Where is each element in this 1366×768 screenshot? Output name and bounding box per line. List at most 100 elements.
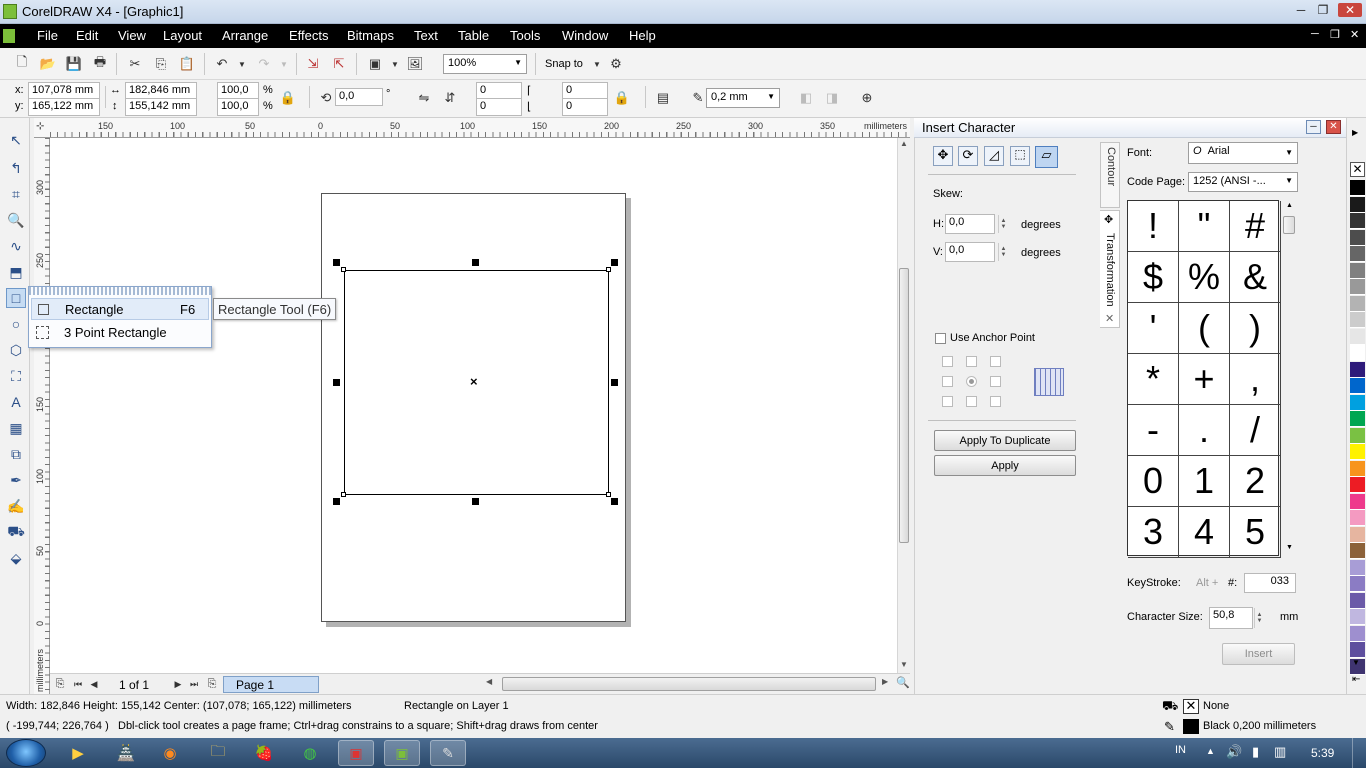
- scroll-left-icon[interactable]: ◀: [486, 677, 492, 686]
- redo-dropdown-icon[interactable]: ▼: [276, 56, 292, 72]
- anchor-checkbox[interactable]: [990, 376, 1001, 387]
- rotation-field[interactable]: 0,0: [335, 88, 383, 106]
- color-swatch[interactable]: [1350, 609, 1365, 625]
- anchor-checkbox[interactable]: [942, 376, 953, 387]
- menu-view[interactable]: View: [118, 28, 146, 43]
- round-corners-together-icon[interactable]: 🔒: [614, 90, 630, 106]
- flyout-grip[interactable]: [29, 287, 211, 295]
- rotate-icon[interactable]: ⟳: [958, 146, 978, 166]
- character-size-spinner[interactable]: ▲ ▼: [1254, 608, 1264, 628]
- apply-to-duplicate-button[interactable]: Apply To Duplicate: [934, 430, 1076, 451]
- insert-page-before-icon[interactable]: ⎘: [52, 676, 68, 692]
- color-swatch[interactable]: [1350, 246, 1365, 262]
- anchor-checkbox[interactable]: [966, 396, 977, 407]
- wrap-text-icon[interactable]: ▤: [655, 90, 671, 106]
- anchor-checkbox[interactable]: [990, 396, 1001, 407]
- doc-restore-button[interactable]: ❐: [1330, 28, 1340, 41]
- color-swatch[interactable]: [1350, 295, 1365, 312]
- browser-task-icon[interactable]: ◍: [292, 740, 328, 766]
- strawberry-task-icon[interactable]: 🍓: [246, 740, 282, 766]
- presentation-task-icon[interactable]: ▣: [338, 740, 374, 766]
- size-icon[interactable]: ⬚: [1010, 146, 1030, 166]
- drawing-canvas[interactable]: ×: [50, 138, 897, 673]
- char-cell[interactable]: 2: [1230, 456, 1281, 507]
- horizontal-ruler[interactable]: ⊹ 150 100 50 0 50 100 150 200 250 300 35…: [34, 118, 910, 138]
- color-swatch[interactable]: [1350, 576, 1365, 592]
- selection-handle[interactable]: [333, 259, 340, 266]
- char-cell[interactable]: #: [1230, 201, 1281, 252]
- coreldraw-app-icon[interactable]: [3, 4, 17, 19]
- char-cell[interactable]: .: [1179, 405, 1230, 456]
- media-player-task-icon[interactable]: ▶: [60, 740, 96, 766]
- menu-file[interactable]: File: [37, 28, 58, 43]
- skew-icon[interactable]: ⏥: [1035, 146, 1058, 168]
- zoom-levels-combo[interactable]: 100% ▼: [443, 54, 527, 74]
- skew-v-field[interactable]: 0,0: [945, 242, 995, 262]
- open-icon[interactable]: 📂: [40, 56, 56, 72]
- height-field[interactable]: 155,142 mm: [125, 98, 197, 116]
- fill-none-swatch[interactable]: ✕: [1183, 699, 1199, 714]
- char-cell[interactable]: !: [1128, 201, 1179, 252]
- ruler-origin-icon[interactable]: ⊹: [36, 121, 44, 132]
- char-cell[interactable]: ': [1128, 303, 1179, 354]
- menu-layout[interactable]: Layout: [163, 28, 202, 43]
- menu-table[interactable]: Table: [458, 28, 489, 43]
- char-cell[interactable]: ": [1179, 201, 1230, 252]
- battery-icon[interactable]: ▮: [1252, 744, 1259, 760]
- color-swatch[interactable]: [1350, 262, 1365, 279]
- no-color-swatch[interactable]: ✕: [1350, 162, 1365, 177]
- options-icon[interactable]: ⚙: [608, 56, 624, 72]
- char-grid-scrollbar[interactable]: ▲ ▼: [1282, 200, 1296, 556]
- outline-color-swatch[interactable]: [1183, 719, 1199, 734]
- network-icon[interactable]: ▥: [1274, 744, 1286, 760]
- palette-scroll-up-icon[interactable]: ▶: [1352, 128, 1358, 137]
- color-swatch[interactable]: [1350, 361, 1365, 378]
- char-cell[interactable]: ): [1230, 303, 1281, 354]
- ellipse-tool-icon[interactable]: ○: [6, 314, 26, 334]
- next-page-icon[interactable]: ▶: [170, 676, 186, 692]
- undo-dropdown-icon[interactable]: ▼: [234, 56, 250, 72]
- anchor-checkbox[interactable]: [942, 356, 953, 367]
- selection-handle[interactable]: [333, 379, 340, 386]
- anchor-checkbox[interactable]: [990, 356, 1001, 367]
- color-swatch[interactable]: [1350, 510, 1365, 526]
- anchor-checkbox[interactable]: [942, 396, 953, 407]
- tray-expand-icon[interactable]: ▲: [1206, 746, 1215, 756]
- outline-tool-icon[interactable]: ✍: [6, 496, 26, 516]
- char-grid-scroll-thumb[interactable]: [1283, 216, 1295, 234]
- first-page-icon[interactable]: ⏮: [70, 676, 86, 692]
- show-desktop-button[interactable]: [1352, 738, 1366, 768]
- color-swatch[interactable]: [1350, 229, 1365, 246]
- color-swatch[interactable]: [1350, 279, 1365, 295]
- apply-button[interactable]: Apply: [934, 455, 1076, 476]
- copy-icon[interactable]: ⎘: [153, 56, 169, 72]
- color-swatch[interactable]: [1350, 378, 1365, 394]
- skew-h-field[interactable]: 0,0: [945, 214, 995, 234]
- redo-icon[interactable]: ↷: [256, 56, 272, 72]
- coreldraw-task-icon[interactable]: ▣: [384, 740, 420, 766]
- color-swatch[interactable]: [1350, 526, 1365, 543]
- shape-tool-icon[interactable]: ↰: [6, 158, 26, 178]
- paint-task-icon[interactable]: ✎: [430, 740, 466, 766]
- color-swatch[interactable]: [1350, 592, 1365, 609]
- rectangle-tool-icon[interactable]: □: [6, 288, 26, 308]
- pick-tool-icon[interactable]: ↖: [6, 130, 26, 150]
- color-swatch[interactable]: [1350, 411, 1365, 427]
- color-swatch[interactable]: [1350, 559, 1365, 576]
- smart-fill-tool-icon[interactable]: ⬒: [6, 262, 26, 282]
- previous-page-icon[interactable]: ◀: [86, 676, 102, 692]
- minimize-button[interactable]: ─: [1290, 3, 1312, 17]
- char-cell[interactable]: 5: [1230, 507, 1281, 558]
- selection-handle[interactable]: [611, 379, 618, 386]
- flyout-item-rectangle[interactable]: Rectangle F6: [31, 298, 209, 320]
- mirror-vertical-icon[interactable]: ⇵: [442, 90, 458, 106]
- menu-edit[interactable]: Edit: [76, 28, 98, 43]
- welcome-screen-icon[interactable]: 🖼: [407, 56, 424, 72]
- freehand-tool-icon[interactable]: ∿: [6, 236, 26, 256]
- char-cell[interactable]: 1: [1179, 456, 1230, 507]
- last-page-icon[interactable]: ⏭: [186, 676, 202, 692]
- scale-mirror-icon[interactable]: ◿: [984, 146, 1004, 166]
- menu-window[interactable]: Window: [562, 28, 608, 43]
- vertical-scrollbar[interactable]: ▲ ▼: [897, 138, 910, 673]
- explorer-task-icon[interactable]: 🗀: [200, 740, 236, 766]
